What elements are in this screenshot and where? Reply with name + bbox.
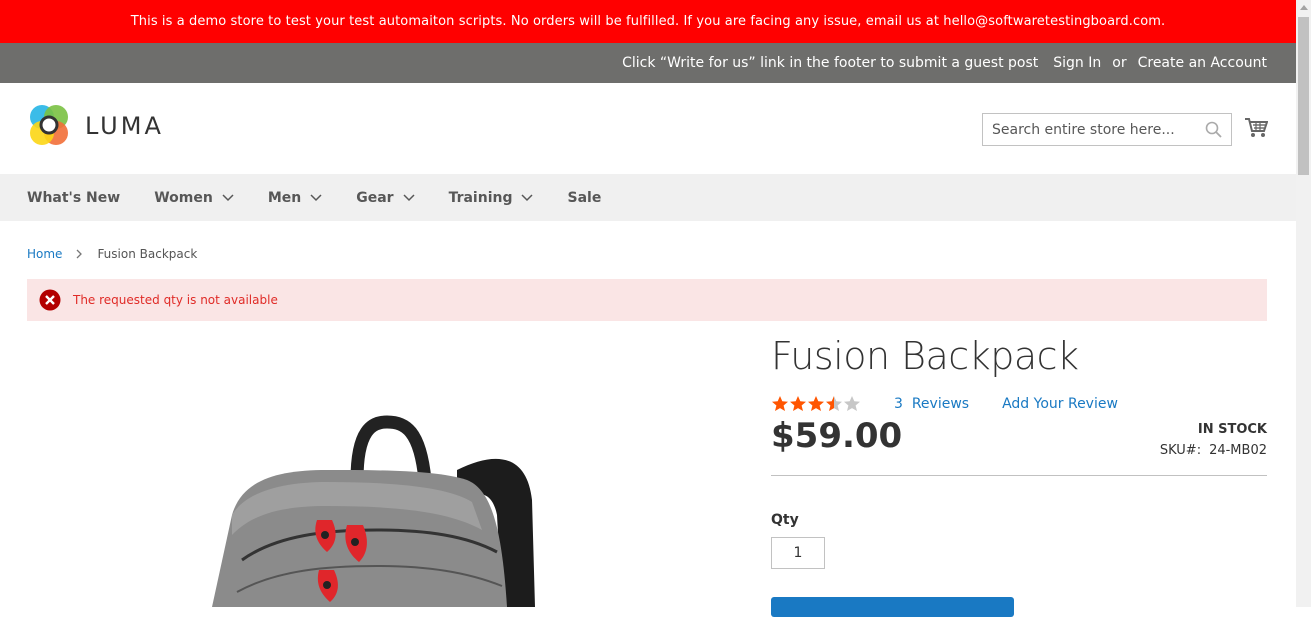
product-sku: SKU#: 24-MB02: [1160, 443, 1267, 458]
create-account-link[interactable]: Create an Account: [1138, 55, 1267, 71]
scrollbar-thumb[interactable]: [1298, 17, 1309, 175]
breadcrumb: Home Fusion Backpack: [27, 247, 197, 261]
chevron-right-icon: [76, 249, 83, 259]
error-message-text: The requested qty is not available: [73, 293, 278, 307]
or-separator: or: [1112, 55, 1127, 71]
logo[interactable]: LUMA: [27, 104, 164, 148]
main-navigation: What's New Women Men Gear Training Sale: [0, 174, 1296, 221]
site-header: LUMA: [0, 83, 1296, 174]
nav-item-training[interactable]: Training: [449, 190, 534, 206]
cart-icon[interactable]: [1244, 117, 1268, 139]
product-image[interactable]: [27, 330, 747, 607]
star-icon: [808, 396, 824, 411]
reviews-link[interactable]: 3 Reviews: [894, 396, 969, 412]
nav-item-label: Women: [154, 189, 213, 206]
half-star-icon: [826, 396, 842, 411]
chevron-down-icon: [521, 193, 534, 201]
add-review-link[interactable]: Add Your Review: [1002, 396, 1118, 412]
breadcrumb-home-link[interactable]: Home: [27, 247, 62, 261]
star-icon: [772, 396, 788, 411]
demo-notice-text: This is a demo store to test your test a…: [130, 14, 1166, 29]
panel-header: Click “Write for us” link in the footer …: [0, 43, 1296, 83]
scroll-up-arrow-icon[interactable]: [1296, 0, 1311, 15]
search-box: [982, 113, 1232, 146]
add-to-cart-button[interactable]: [771, 597, 1014, 617]
nav-item-men[interactable]: Men: [268, 190, 322, 206]
nav-item-label: Men: [267, 189, 302, 206]
nav-item-label: Training: [448, 189, 513, 206]
backpack-image: [212, 415, 535, 607]
sign-in-link[interactable]: Sign In: [1053, 55, 1101, 71]
nav-item-whats-new[interactable]: What's New: [27, 190, 120, 206]
nav-item-sale[interactable]: Sale: [567, 190, 601, 206]
guest-post-notice: Click “Write for us” link in the footer …: [622, 55, 1039, 71]
rating-stars: [771, 395, 861, 412]
sku-value: 24-MB02: [1209, 443, 1267, 458]
demo-notice-bar: This is a demo store to test your test a…: [0, 0, 1296, 43]
logo-text: LUMA: [85, 112, 164, 140]
empty-star-icon: [844, 396, 860, 411]
reviews-label: Reviews: [911, 395, 970, 412]
stock-status: IN STOCK: [1197, 422, 1267, 437]
qty-label: Qty: [771, 512, 799, 528]
chevron-down-icon: [403, 193, 415, 201]
reviews-count: 3: [894, 395, 903, 412]
search-icon[interactable]: [1205, 121, 1222, 138]
page-scrollbar[interactable]: [1296, 0, 1311, 607]
nav-item-label: Gear: [356, 189, 394, 206]
breadcrumb-current: Fusion Backpack: [97, 247, 198, 261]
nav-item-gear[interactable]: Gear: [356, 189, 415, 206]
qty-input[interactable]: [771, 537, 825, 569]
chevron-down-icon: [222, 193, 234, 201]
chevron-down-icon: [310, 193, 322, 201]
nav-item-label: Sale: [567, 189, 602, 206]
product-title: Fusion Backpack: [771, 334, 1079, 378]
nav-item-label: What's New: [27, 189, 121, 206]
nav-item-women[interactable]: Women: [154, 190, 234, 206]
star-icon: [790, 396, 806, 411]
product-info: Fusion Backpack 3 Reviews Add Your Revie…: [771, 330, 1267, 569]
price-box: $59.00 IN STOCK SKU#: 24-MB02: [771, 416, 1267, 476]
error-message: The requested qty is not available: [27, 279, 1267, 321]
luma-logo-icon: [30, 105, 68, 145]
rating-summary: 3 Reviews Add Your Review: [771, 395, 1267, 412]
search-input[interactable]: [983, 114, 1193, 145]
sku-label: SKU#:: [1159, 443, 1202, 458]
error-icon: [39, 289, 61, 311]
product-price: $59.00: [771, 416, 903, 456]
